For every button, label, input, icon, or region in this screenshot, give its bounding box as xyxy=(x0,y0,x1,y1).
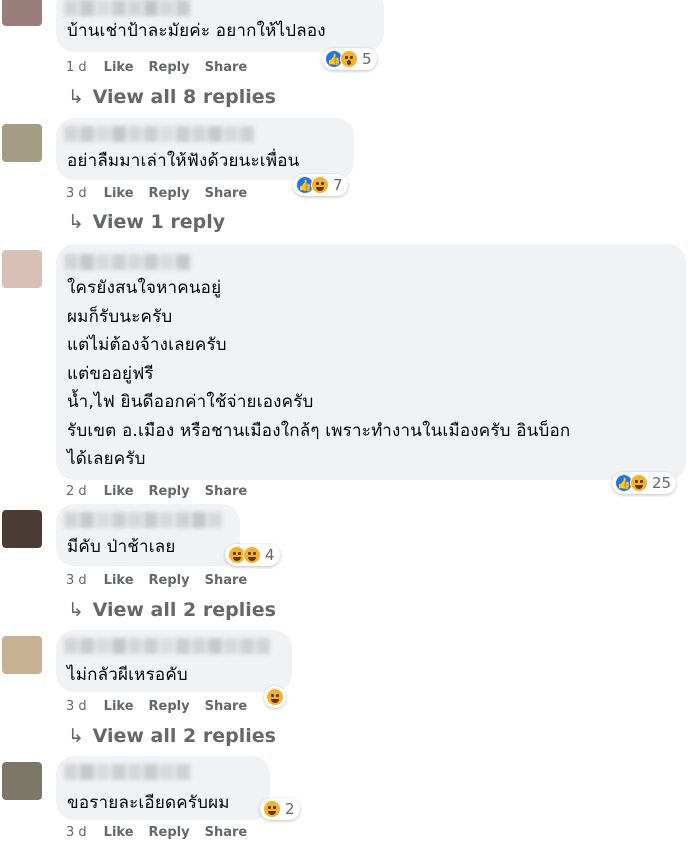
like-button[interactable]: Like xyxy=(104,60,134,75)
timestamp[interactable]: 3 d xyxy=(66,186,87,201)
reaction-summary[interactable]: 4 xyxy=(225,544,280,566)
reply-button[interactable]: Reply xyxy=(149,825,190,840)
view-replies-link[interactable]: ↳ View all 2 replies xyxy=(68,725,276,747)
comment-actions: 3 d Like Reply Share xyxy=(66,573,247,588)
comment-text: ขอรายละเอียดครับผม xyxy=(67,793,230,813)
reaction-summary[interactable] xyxy=(264,686,286,708)
share-button[interactable]: Share xyxy=(205,186,248,201)
avatar[interactable] xyxy=(2,510,42,548)
share-button[interactable]: Share xyxy=(205,484,248,499)
reply-button[interactable]: Reply xyxy=(149,186,190,201)
reply-button[interactable]: Reply xyxy=(149,484,190,499)
comment-actions: 2 d Like Reply Share xyxy=(66,484,247,499)
comment-bubble: ขอรายละเอียดครับผม xyxy=(56,756,270,820)
reaction-summary[interactable]: 👍 5 xyxy=(322,48,377,70)
avatar[interactable] xyxy=(2,762,42,800)
haha-icon xyxy=(263,800,281,818)
author-name-blurred[interactable] xyxy=(64,764,192,780)
comment-text: มีคับ ป่าช้าเลย xyxy=(67,537,176,557)
share-button[interactable]: Share xyxy=(205,60,248,75)
comment-text: บ้านเช่าป้าละมัยค่ะ อยากให้ไปลอง xyxy=(67,21,326,41)
reaction-summary[interactable]: 2 xyxy=(260,798,300,820)
comment-actions: 3 d Like Reply Share xyxy=(66,186,247,201)
author-name-blurred[interactable] xyxy=(64,0,192,16)
view-replies-link[interactable]: ↳ View all 2 replies xyxy=(68,599,276,621)
share-button[interactable]: Share xyxy=(205,573,248,588)
like-button[interactable]: Like xyxy=(104,484,134,499)
comment-actions: 3 d Like Reply Share xyxy=(66,825,247,840)
comment-bubble: ใครยังสนใจหาคนอยู่ ผมก็รับนะครับ แต่ไม่ต… xyxy=(56,244,686,480)
avatar[interactable] xyxy=(2,124,42,162)
author-name-blurred[interactable] xyxy=(64,638,272,654)
reply-button[interactable]: Reply xyxy=(149,699,190,714)
comment-bubble: อย่าลืมมาเล่าให้ฟังด้วยนะเพื่อน xyxy=(56,118,354,180)
timestamp[interactable]: 3 d xyxy=(66,699,87,714)
author-name-blurred[interactable] xyxy=(64,126,256,142)
reply-button[interactable]: Reply xyxy=(149,573,190,588)
reply-arrow-icon: ↳ xyxy=(68,86,84,108)
reply-arrow-icon: ↳ xyxy=(68,725,84,747)
view-replies-link[interactable]: ↳ View 1 reply xyxy=(68,211,225,233)
reply-arrow-icon: ↳ xyxy=(68,211,84,233)
comment-bubble: ไม่กลัวผีเหรอคับ xyxy=(56,630,292,692)
haha-icon xyxy=(630,474,648,492)
comment-text: ไม่กลัวผีเหรอคับ xyxy=(67,665,188,685)
reaction-count: 2 xyxy=(285,800,295,818)
timestamp[interactable]: 2 d xyxy=(66,484,87,499)
reaction-count: 7 xyxy=(333,176,343,194)
author-name-blurred[interactable] xyxy=(64,512,224,528)
reply-arrow-icon: ↳ xyxy=(68,599,84,621)
reply-button[interactable]: Reply xyxy=(149,60,190,75)
reaction-summary[interactable]: 👍 25 xyxy=(612,472,677,494)
timestamp[interactable]: 3 d xyxy=(66,573,87,588)
view-replies-link[interactable]: ↳ View all 8 replies xyxy=(68,86,276,108)
avatar[interactable] xyxy=(2,636,42,674)
avatar[interactable] xyxy=(2,250,42,288)
reaction-count: 25 xyxy=(652,474,672,492)
like-button[interactable]: Like xyxy=(104,573,134,588)
reaction-count: 4 xyxy=(265,546,275,564)
avatar[interactable] xyxy=(2,0,42,26)
haha-icon xyxy=(311,176,329,194)
wow-icon xyxy=(340,50,358,68)
comment-text: ใครยังสนใจหาคนอยู่ ผมก็รับนะครับ แต่ไม่ต… xyxy=(67,278,571,469)
comment-actions: 3 d Like Reply Share xyxy=(66,699,247,714)
author-name-blurred[interactable] xyxy=(64,254,192,270)
reaction-count: 5 xyxy=(362,50,372,68)
like-button[interactable]: Like xyxy=(104,825,134,840)
like-button[interactable]: Like xyxy=(104,186,134,201)
comment-bubble: มีคับ ป่าช้าเลย xyxy=(56,504,240,566)
timestamp[interactable]: 1 d xyxy=(66,60,87,75)
haha-icon xyxy=(266,688,284,706)
like-button[interactable]: Like xyxy=(104,699,134,714)
timestamp[interactable]: 3 d xyxy=(66,825,87,840)
reaction-summary[interactable]: 👍 7 xyxy=(293,174,348,196)
comment-bubble: บ้านเช่าป้าละมัยค่ะ อยากให้ไปลอง xyxy=(56,0,384,52)
share-button[interactable]: Share xyxy=(205,699,248,714)
comment-text: อย่าลืมมาเล่าให้ฟังด้วยนะเพื่อน xyxy=(67,151,300,171)
share-button[interactable]: Share xyxy=(205,825,248,840)
comment-actions: 1 d Like Reply Share xyxy=(66,60,247,75)
love-icon xyxy=(243,546,261,564)
